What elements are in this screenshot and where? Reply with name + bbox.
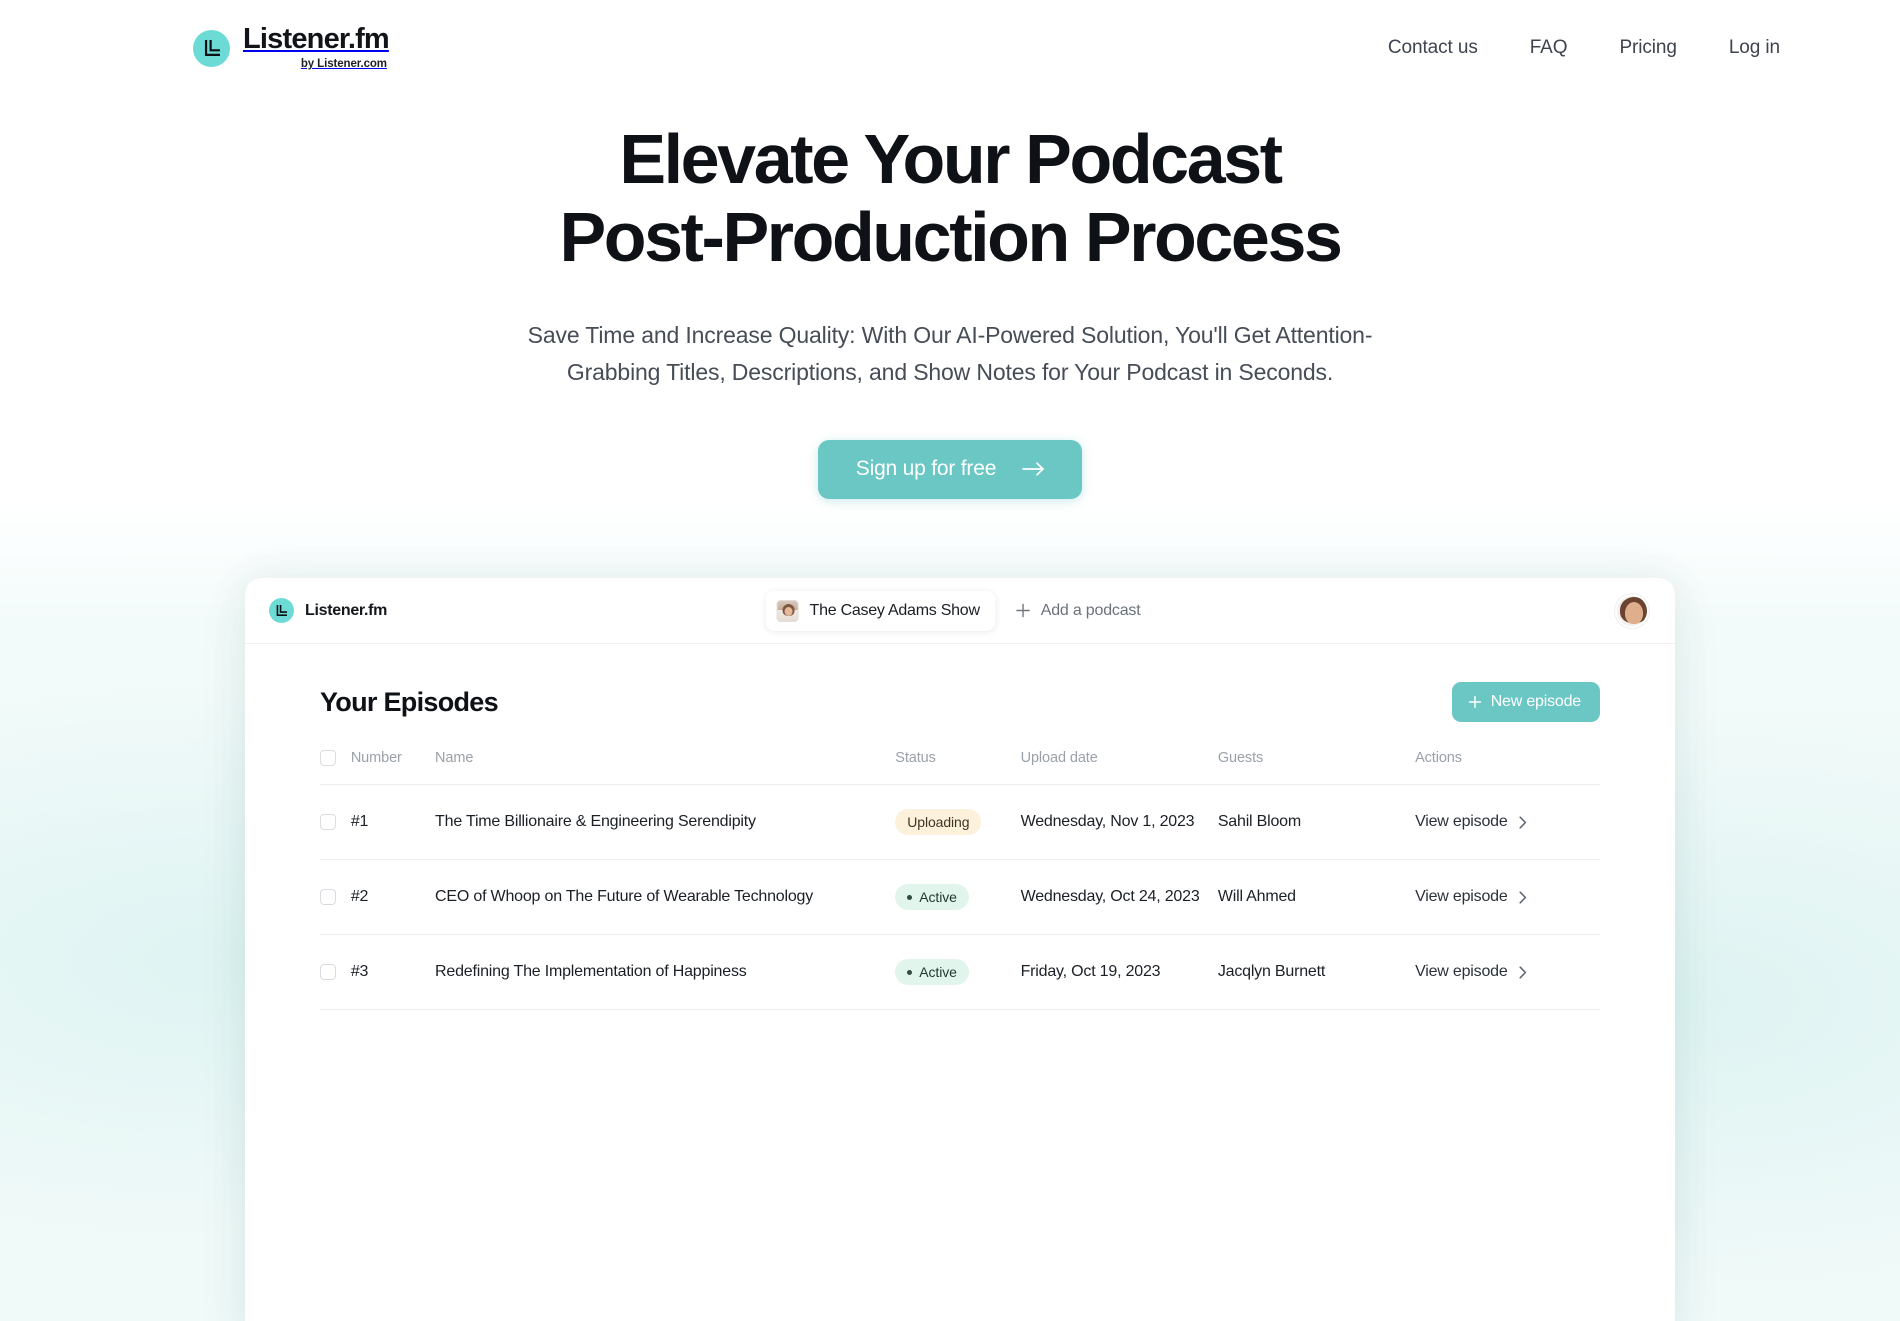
cell-upload-date: Wednesday, Oct 24, 2023 [1020,859,1218,935]
hero-subheadline: Save Time and Increase Quality: With Our… [527,321,1373,386]
row-checkbox[interactable] [320,814,336,830]
row-select-cell [320,934,351,1010]
column-header-guests: Guests [1217,750,1416,785]
brand-name: Listener.fm [243,23,390,56]
cell-upload-date: Wednesday, Nov 1, 2023 [1020,784,1218,860]
view-episode-link[interactable]: View episode [1415,888,1526,906]
cell-number: #3 [350,934,436,1010]
cell-name: CEO of Whoop on The Future of Wearable T… [435,859,896,935]
chevron-right-icon [1518,965,1527,979]
row-checkbox[interactable] [320,889,336,905]
status-badge-label: Active [919,964,957,980]
status-dot-icon [907,894,913,900]
hero-section: Elevate Your Podcast Post-Production Pro… [0,120,1900,500]
nav-link-log-in[interactable]: Log in [1729,37,1780,59]
cell-guests: Sahil Bloom [1217,784,1416,860]
status-badge: Active [895,884,969,910]
table-row[interactable]: #2 CEO of Whoop on The Future of Wearabl… [320,859,1600,935]
nav-link-contact-us[interactable]: Contact us [1388,37,1478,59]
column-header-upload-date: Upload date [1020,750,1218,785]
cell-guests: Will Ahmed [1217,859,1416,935]
arrow-right-icon [1022,461,1046,477]
view-episode-label: View episode [1415,813,1508,830]
brand-wordmark: Listener.fm by Listener.com [243,23,390,71]
user-avatar[interactable] [1615,593,1649,628]
nav-link-pricing[interactable]: Pricing [1619,37,1676,59]
plus-icon [1468,695,1482,709]
episodes-table: Number Name Status Upload date Guests Ac… [320,750,1600,1010]
add-a-podcast-label: Add a podcast [1040,601,1141,619]
brand-tagline: by Listener.com [300,58,387,71]
cell-number: #1 [350,784,436,860]
column-header-name: Name [435,750,896,785]
episodes-panel: Your Episodes New episode Number Name St… [245,644,1675,1010]
episodes-table-head: Number Name Status Upload date Guests Ac… [320,750,1600,785]
hero-cta-container: Sign up for free [0,440,1900,500]
cell-actions: View episode [1415,934,1600,1010]
chevron-right-icon [1518,815,1527,829]
cell-name: The Time Billionaire & Engineering Seren… [435,784,896,860]
podcast-cover-thumbnail-icon [776,599,799,622]
view-episode-label: View episode [1415,963,1508,980]
cell-guests: Jacqlyn Burnett [1217,934,1416,1010]
headline-line-1: Elevate Your Podcast [619,120,1283,198]
view-episode-link[interactable]: View episode [1415,813,1526,831]
page-title: Elevate Your Podcast Post-Production Pro… [0,120,1900,277]
row-select-cell [320,784,351,860]
column-header-status: Status [895,750,1021,785]
app-brand: Listener.fm [269,598,387,623]
select-all-checkbox[interactable] [320,750,336,766]
status-badge: Active [895,959,969,985]
app-brand-name: Listener.fm [305,601,388,619]
column-header-actions: Actions [1415,750,1600,785]
nav-link-faq[interactable]: FAQ [1530,37,1568,59]
status-badge: Uploading [895,809,982,835]
cell-actions: View episode [1415,859,1600,935]
headline-line-2: Post-Production Process [559,198,1342,277]
view-episode-label: View episode [1415,888,1508,905]
listener-bracket-logo-icon [269,598,294,623]
top-navigation-bar: Listener.fm by Listener.com Contact us F… [0,0,1900,96]
primary-nav: Contact us FAQ Pricing Log in [1388,37,1780,59]
brand-logo-link[interactable]: Listener.fm by Listener.com [193,23,390,71]
sign-up-for-free-button[interactable]: Sign up for free [817,440,1083,500]
episodes-table-body: #1 The Time Billionaire & Engineering Se… [320,784,1600,1010]
podcast-tab-bar: The Casey Adams Show Add a podcast [765,590,1155,631]
select-all-header [320,750,351,785]
listener-bracket-logo-icon [193,29,230,67]
cell-status: Uploading [895,784,1021,860]
table-header-row: Number Name Status Upload date Guests Ac… [320,750,1600,785]
app-header: Listener.fm The Casey Adams Show Add a p… [245,578,1675,644]
cell-name: Redefining The Implementation of Happine… [435,934,896,1010]
episodes-section-title: Your Episodes [320,686,499,717]
status-dot-icon [907,969,913,975]
podcast-tab-label: The Casey Adams Show [809,601,980,619]
cell-actions: View episode [1415,784,1600,860]
table-row[interactable]: #3 Redefining The Implementation of Happ… [320,934,1600,1010]
cell-status: Active [895,859,1021,935]
status-badge-label: Active [919,889,957,905]
view-episode-link[interactable]: View episode [1415,963,1526,981]
row-checkbox[interactable] [320,964,336,980]
episodes-section-header: Your Episodes New episode [320,682,1600,750]
new-episode-label: New episode [1490,693,1582,710]
sign-up-button-label: Sign up for free [855,457,997,481]
chevron-right-icon [1518,890,1527,904]
column-header-number: Number [350,750,436,785]
table-row[interactable]: #1 The Time Billionaire & Engineering Se… [320,784,1600,860]
row-select-cell [320,859,351,935]
plus-icon [1016,603,1031,618]
app-preview-card: Listener.fm The Casey Adams Show Add a p… [245,578,1675,1321]
add-a-podcast-button[interactable]: Add a podcast [1002,593,1155,629]
new-episode-button[interactable]: New episode [1451,682,1600,722]
status-badge-label: Uploading [907,814,970,830]
podcast-tab-the-casey-adams-show[interactable]: The Casey Adams Show [765,590,996,631]
cell-number: #2 [350,859,436,935]
cell-status: Active [895,934,1021,1010]
cell-upload-date: Friday, Oct 19, 2023 [1020,934,1218,1010]
